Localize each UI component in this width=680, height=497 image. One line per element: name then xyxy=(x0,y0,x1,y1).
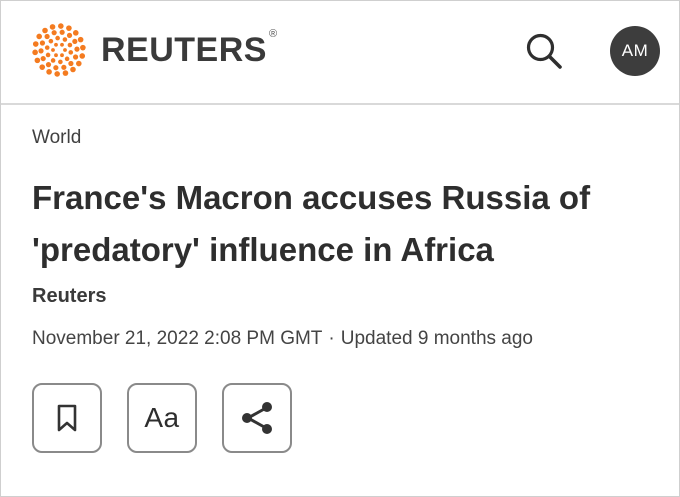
logo-dot xyxy=(36,33,42,40)
logo-dot xyxy=(72,30,79,36)
logo-dot xyxy=(60,42,64,47)
logo-dot xyxy=(46,69,52,75)
updated-time: Updated 9 months ago xyxy=(340,328,533,349)
logo-dot xyxy=(51,48,55,52)
published-date: November 21, 2022 2:08 PM GMT xyxy=(32,328,323,349)
logo-dot xyxy=(40,55,46,62)
logo-dot xyxy=(49,24,56,30)
logo-dot xyxy=(62,37,68,42)
site-header: REUTERS ® AM xyxy=(1,1,679,105)
logo-dot xyxy=(67,42,73,48)
logo-dot xyxy=(44,33,50,40)
logo-dot xyxy=(32,41,39,47)
logo-dot xyxy=(63,48,67,52)
logo-dot xyxy=(66,32,73,38)
logo-dot xyxy=(39,64,46,70)
logo-dot xyxy=(51,30,57,36)
user-avatar[interactable]: AM xyxy=(610,26,660,76)
logo-dot xyxy=(61,64,67,70)
article-dateline: November 21, 2022 2:08 PM GMT · Updated 9 … xyxy=(32,328,533,350)
logo-dot xyxy=(39,40,46,46)
share-button[interactable] xyxy=(222,383,292,453)
logo-dot xyxy=(62,70,69,76)
bookmark-icon xyxy=(57,404,77,432)
logo-dot xyxy=(34,57,41,64)
logo-dot xyxy=(54,71,60,77)
article-page: REUTERS ® AM World France's Macron accuse… xyxy=(0,0,680,497)
logo-dot xyxy=(77,36,84,43)
logo-dot xyxy=(42,27,48,34)
logo-wordmark: REUTERS ® xyxy=(101,28,278,69)
logo-dot xyxy=(68,50,74,55)
date-separator: · xyxy=(328,328,335,349)
logo-dot xyxy=(44,45,50,50)
logo-dot xyxy=(76,60,82,67)
logo-dot xyxy=(79,53,86,59)
logo-dot xyxy=(72,38,78,45)
logo-dot xyxy=(64,56,70,62)
reuters-dots-logo-icon xyxy=(32,23,86,77)
logo-dot xyxy=(60,53,64,58)
logo-dot xyxy=(70,66,76,73)
article-actions: Aa xyxy=(32,383,317,453)
bookmark-button[interactable] xyxy=(32,383,102,453)
article-headline: France's Macron accuses Russia of 'preda… xyxy=(32,179,591,268)
logo-dot xyxy=(58,59,63,65)
logo-dot xyxy=(74,46,80,52)
article-byline[interactable]: Reuters xyxy=(32,285,106,308)
logo-dot xyxy=(48,38,54,44)
search-button[interactable] xyxy=(521,28,567,74)
text-size-button[interactable]: Aa xyxy=(127,383,197,453)
logo-dot xyxy=(55,35,60,41)
logo-dot xyxy=(54,53,58,58)
logo-dot xyxy=(66,25,72,31)
logo-dot xyxy=(53,65,59,71)
logo-dot xyxy=(58,23,64,29)
logo-dot xyxy=(54,42,58,47)
logo-dot xyxy=(59,29,65,35)
logo-dot xyxy=(68,60,74,67)
text-size-label: Aa xyxy=(144,402,180,433)
logo-dot xyxy=(38,48,44,54)
avatar-initials: AM xyxy=(621,41,649,60)
logo-dot xyxy=(32,49,38,56)
logo-dot xyxy=(50,58,56,63)
logo-dot xyxy=(80,44,86,51)
reuters-logo[interactable]: REUTERS ® xyxy=(29,21,278,79)
registered-mark: ® xyxy=(268,28,278,40)
section-link[interactable]: World xyxy=(32,127,81,149)
logo-dot xyxy=(72,54,79,60)
logo-dot xyxy=(45,62,52,68)
search-icon xyxy=(526,33,562,69)
logo-dot xyxy=(45,52,51,58)
share-icon xyxy=(242,402,272,434)
